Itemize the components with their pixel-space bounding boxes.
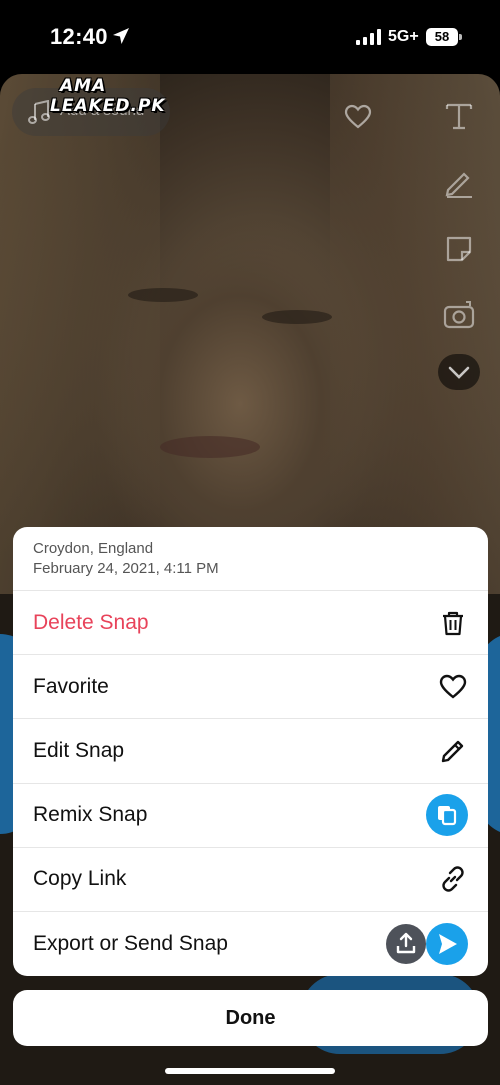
cellular-signal-icon bbox=[356, 29, 381, 45]
home-indicator[interactable] bbox=[165, 1068, 335, 1074]
snap-date: February 24, 2021, 4:11 PM bbox=[33, 560, 219, 577]
chevron-down-icon bbox=[448, 366, 470, 379]
sticker-tool-icon[interactable] bbox=[442, 232, 476, 266]
music-note-icon bbox=[28, 100, 50, 124]
link-icon bbox=[442, 866, 464, 893]
text-tool-icon[interactable] bbox=[442, 98, 476, 132]
edit-snap-label: Edit Snap bbox=[33, 738, 125, 762]
status-bar: 12:40 5G+ 58 bbox=[0, 0, 500, 72]
snap-action-sheet: Croydon, England February 24, 2021, 4:11… bbox=[13, 527, 488, 976]
pencil-icon bbox=[441, 740, 464, 763]
heart-icon[interactable] bbox=[344, 104, 372, 130]
done-button[interactable]: Done bbox=[13, 990, 488, 1046]
favorite-label: Favorite bbox=[33, 674, 109, 698]
remix-snap-label: Remix Snap bbox=[33, 803, 148, 827]
battery-icon: 58 bbox=[426, 28, 458, 46]
pencil-tool-icon[interactable] bbox=[442, 164, 476, 198]
watermark-line2: LEAKED.PK bbox=[50, 96, 166, 116]
photo-eye-right bbox=[262, 310, 332, 324]
edit-snap-button[interactable]: Edit Snap bbox=[13, 719, 488, 784]
watermark-logo: AMA LEAKED.PK bbox=[50, 76, 166, 116]
location-arrow-icon bbox=[113, 28, 129, 44]
copy-link-button[interactable]: Copy Link bbox=[13, 848, 488, 912]
favorite-button[interactable]: Favorite bbox=[13, 655, 488, 720]
battery-nub bbox=[459, 34, 462, 40]
remix-snap-button[interactable]: Remix Snap bbox=[13, 784, 488, 848]
export-send-snap-button[interactable]: Export or Send Snap bbox=[13, 912, 488, 976]
remix-icon bbox=[426, 794, 468, 837]
copy-link-label: Copy Link bbox=[33, 867, 127, 891]
snap-location: Croydon, England bbox=[33, 540, 154, 557]
export-send-label: Export or Send Snap bbox=[33, 932, 228, 956]
watermark-line1: AMA bbox=[60, 76, 107, 96]
photo-lips bbox=[160, 436, 260, 458]
photo-hair-right bbox=[330, 74, 500, 594]
trash-icon bbox=[443, 611, 463, 635]
status-time: 12:40 bbox=[50, 24, 108, 49]
delete-snap-label: Delete Snap bbox=[33, 610, 149, 634]
camera-flip-icon[interactable] bbox=[442, 298, 476, 332]
network-type: 5G+ bbox=[388, 28, 419, 45]
send-icon[interactable] bbox=[426, 923, 468, 966]
delete-snap-button[interactable]: Delete Snap bbox=[13, 591, 488, 656]
snap-info-header: Croydon, England February 24, 2021, 4:11… bbox=[13, 527, 488, 591]
export-icon[interactable] bbox=[386, 924, 426, 965]
photo-hair-left bbox=[0, 74, 160, 594]
photo-eye-left bbox=[128, 288, 198, 302]
more-tools-button[interactable] bbox=[438, 354, 480, 390]
heart-icon bbox=[439, 674, 467, 699]
